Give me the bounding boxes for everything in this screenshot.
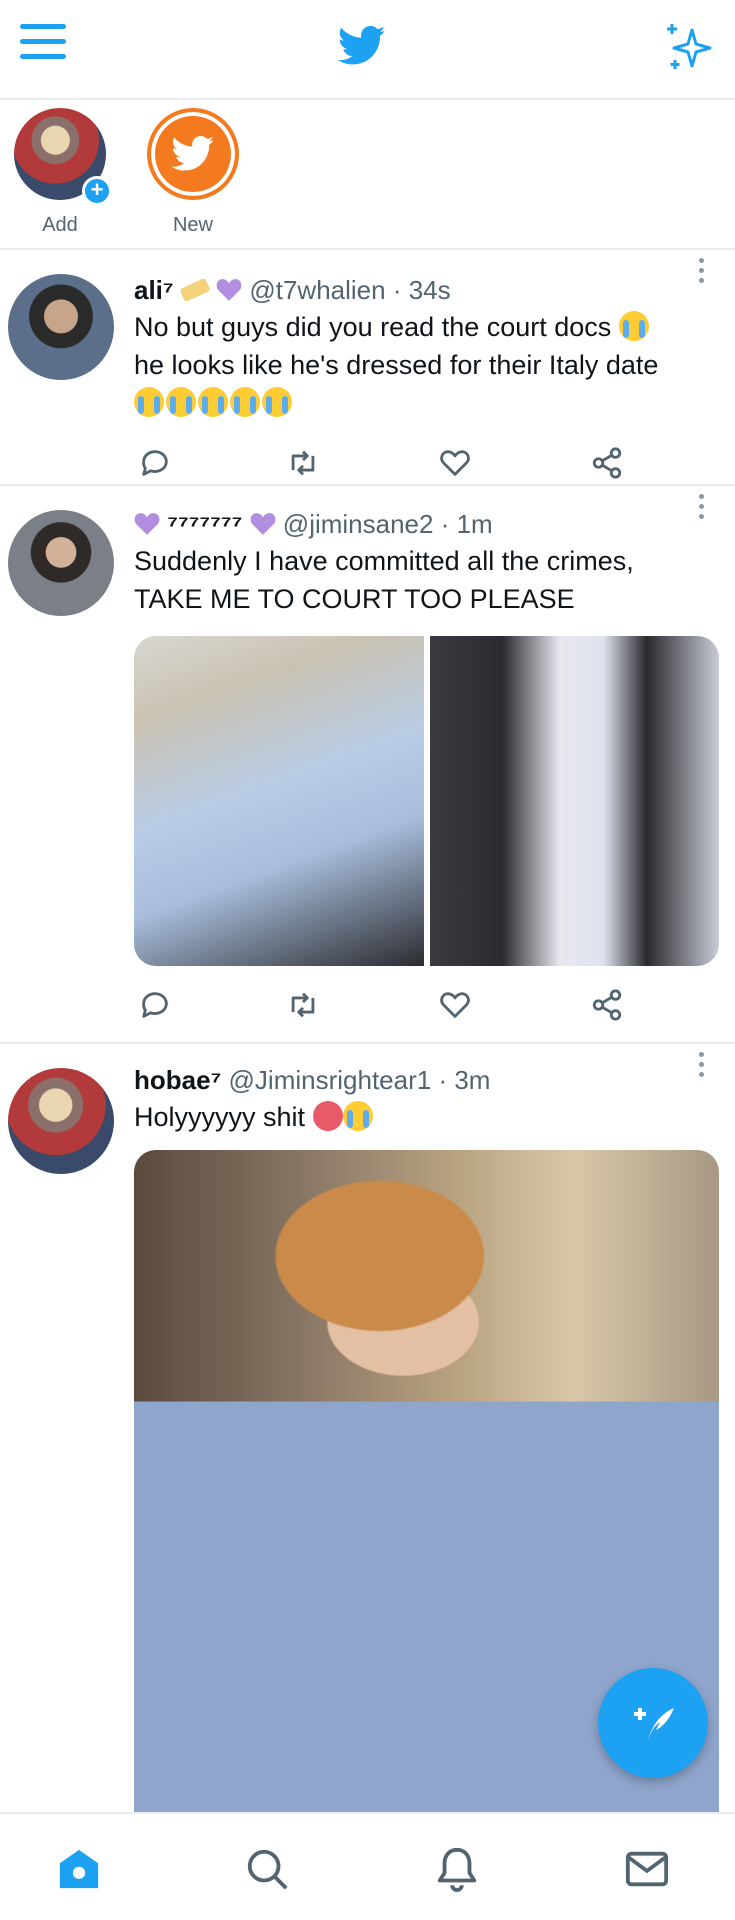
avatar: + xyxy=(14,108,112,206)
handle[interactable]: @jiminsane2 xyxy=(283,509,434,539)
avatar[interactable] xyxy=(8,510,114,616)
handle[interactable]: @Jiminsrightear1 xyxy=(229,1065,432,1095)
crayon-emoji xyxy=(179,277,211,303)
purple-heart-icon xyxy=(134,513,160,535)
fleet-label: New xyxy=(172,214,213,236)
timestamp: · 3m xyxy=(438,1065,491,1095)
display-name[interactable]: ali⁷ xyxy=(134,275,174,305)
tweet-photo[interactable] xyxy=(429,636,719,966)
timestamp: · 1m xyxy=(440,509,493,539)
reply-icon[interactable] xyxy=(138,988,172,1022)
messages-icon[interactable] xyxy=(624,1846,670,1892)
tweet-text-line: Suddenly I have committed all the crimes… xyxy=(134,546,634,576)
handle[interactable]: @t7whalien xyxy=(249,275,385,305)
avatar xyxy=(147,108,239,200)
more-options-icon[interactable] xyxy=(699,258,709,288)
crying-emoji xyxy=(198,387,228,417)
twitter-bird-icon[interactable] xyxy=(338,26,386,66)
purple-heart-icon xyxy=(216,279,242,301)
retweet-icon[interactable] xyxy=(286,988,320,1022)
more-options-icon[interactable] xyxy=(699,1052,709,1082)
more-options-icon[interactable] xyxy=(699,494,709,524)
like-icon[interactable] xyxy=(438,988,472,1022)
tweet-header: ali⁷ @t7whalien · 34s xyxy=(134,274,719,306)
top-app-bar xyxy=(0,0,735,100)
hot-face-emoji xyxy=(312,1101,343,1131)
tweet-photo[interactable] xyxy=(134,636,424,966)
compose-button[interactable] xyxy=(598,1668,708,1778)
share-icon[interactable] xyxy=(590,988,624,1022)
timestamp: · 34s xyxy=(392,275,451,305)
compose-icon xyxy=(634,1708,674,1740)
twitter-bird-icon xyxy=(171,136,214,171)
share-icon[interactable] xyxy=(590,446,624,480)
crying-emoji xyxy=(342,1101,373,1131)
crying-emoji xyxy=(166,387,196,417)
reply-icon[interactable] xyxy=(138,446,172,480)
bottom-navigation xyxy=(0,1812,735,1920)
fleet-new[interactable]: New xyxy=(143,108,243,237)
crying-emoji xyxy=(262,387,292,417)
avatar[interactable] xyxy=(8,1068,114,1174)
tweet-text-line: TAKE ME TO COURT TOO PLEASE xyxy=(134,584,575,614)
tweet-text: No but guys did you read the court docs … xyxy=(134,308,719,422)
search-icon[interactable] xyxy=(244,1846,290,1892)
fleet-add[interactable]: + Add xyxy=(10,108,112,237)
tweet-header: ⁷⁷⁷⁷⁷⁷⁷ @jiminsane2 · 1m xyxy=(134,508,719,540)
crying-emoji xyxy=(230,387,260,417)
tweet-text-line: he looks like he's dressed for their Ita… xyxy=(134,350,659,380)
tweet-text: Suddenly I have committed all the crimes… xyxy=(134,542,719,618)
tweet-media-grid xyxy=(134,636,719,966)
tweet[interactable]: ⁷⁷⁷⁷⁷⁷⁷ @jiminsane2 · 1m Suddenly I have… xyxy=(0,488,735,1044)
tweet-actions xyxy=(138,988,658,1028)
plus-icon: + xyxy=(82,176,112,206)
crying-emoji xyxy=(618,311,649,341)
display-name[interactable]: ⁷⁷⁷⁷⁷⁷⁷ xyxy=(167,509,242,539)
tweet[interactable]: ali⁷ @t7whalien · 34s No but guys did yo… xyxy=(0,252,735,486)
menu-icon[interactable] xyxy=(20,24,68,66)
tweet-text-line: No but guys did you read the court docs xyxy=(134,312,612,342)
retweet-icon[interactable] xyxy=(286,446,320,480)
tweet-header: hobae⁷ @Jiminsrightear1 · 3m xyxy=(134,1064,719,1096)
avatar[interactable] xyxy=(8,274,114,380)
tweet-text-line: Holyyyyyy shit xyxy=(134,1102,306,1132)
tweet-text: Holyyyyyy shit xyxy=(134,1098,719,1136)
crying-emoji xyxy=(134,387,164,417)
display-name[interactable]: hobae⁷ xyxy=(134,1065,221,1095)
home-icon[interactable] xyxy=(56,1846,102,1892)
fleets-row: + Add New xyxy=(0,102,735,250)
like-icon[interactable] xyxy=(438,446,472,480)
purple-heart-icon xyxy=(250,513,275,535)
fleet-label: Add xyxy=(42,214,78,236)
notifications-icon[interactable] xyxy=(434,1846,480,1892)
tweet-actions xyxy=(138,446,658,486)
sparkle-icon[interactable] xyxy=(662,22,714,72)
